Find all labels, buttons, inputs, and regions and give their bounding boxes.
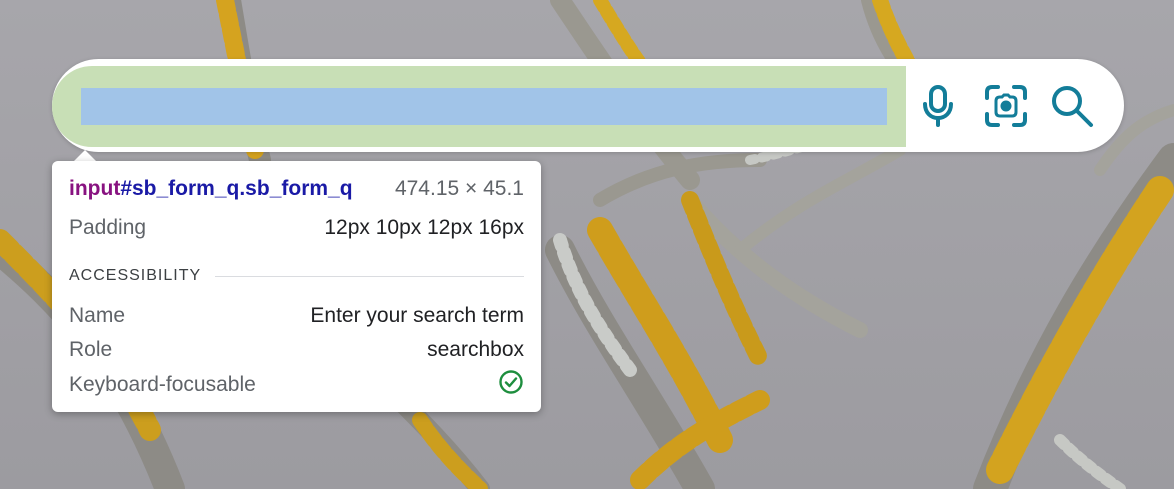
element-selector: input#sb_form_q.sb_form_q <box>69 177 353 201</box>
camera-scan-icon[interactable] <box>982 82 1030 130</box>
name-label: Name <box>69 304 126 327</box>
role-row: Role searchbox <box>69 336 524 364</box>
search-input[interactable] <box>81 88 887 125</box>
accessible-name-row: Name Enter your search term <box>69 302 524 330</box>
devtools-inspect-tooltip: input#sb_form_q.sb_form_q 474.15 × 45.1 … <box>52 161 541 412</box>
microphone-icon[interactable] <box>914 82 962 130</box>
name-value: Enter your search term <box>310 304 524 327</box>
keyboard-focusable-row: Keyboard-focusable <box>69 369 524 401</box>
accessibility-section-header: ACCESSIBILITY <box>69 265 524 287</box>
padding-row: Padding 12px 10px 12px 16px <box>69 214 524 242</box>
check-circle-icon <box>498 369 524 401</box>
element-tag: input <box>69 177 121 200</box>
section-divider <box>215 275 524 277</box>
page: input#sb_form_q.sb_form_q 474.15 × 45.1 … <box>0 0 1174 489</box>
accessibility-title: ACCESSIBILITY <box>69 267 202 284</box>
search-icon[interactable] <box>1048 82 1096 130</box>
padding-value: 12px 10px 12px 16px <box>324 216 524 239</box>
element-id-class: #sb_form_q.sb_form_q <box>120 177 353 200</box>
focusable-label: Keyboard-focusable <box>69 373 256 396</box>
tooltip-arrow <box>74 150 96 161</box>
element-info-row: input#sb_form_q.sb_form_q 474.15 × 45.1 <box>69 175 524 203</box>
padding-label: Padding <box>69 216 147 239</box>
role-value: searchbox <box>427 338 524 361</box>
role-label: Role <box>69 338 113 361</box>
element-dimensions: 474.15 × 45.1 <box>394 177 524 200</box>
